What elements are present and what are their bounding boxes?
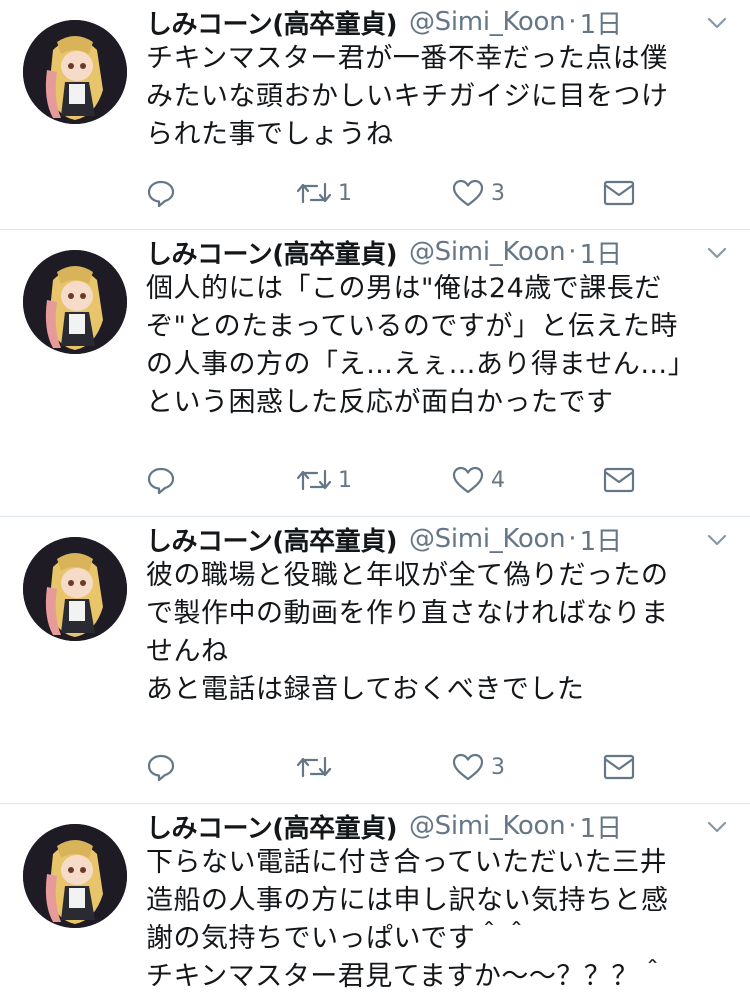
tweet-text-line: 彼の職場と役職と年収が全て偽りだったの <box>146 560 669 591</box>
tweet-text-line: あと電話は録音しておくべきでした <box>146 674 585 705</box>
retweet-count: 1 <box>338 180 352 206</box>
tweet[interactable]: しみコーン(高卒童貞) @Simi_Koon · 1日 チキンマスター君が一番不… <box>0 0 750 230</box>
tweet-text-line: 謝の気持ちでいっぱいです＾＾ <box>146 923 531 954</box>
retweet-icon <box>296 182 332 204</box>
retweet-button[interactable]: 1 <box>296 173 352 213</box>
heart-icon <box>452 753 484 781</box>
user-handle[interactable]: @Simi_Koon <box>409 811 566 841</box>
tweet-header: しみコーン(高卒童貞) @Simi_Koon · 1日 <box>146 806 730 846</box>
avatar-image <box>23 537 127 641</box>
tweet-text-line: みたいな頭おかしいキチガイジに目をつけ <box>146 81 669 112</box>
tweet-text-line: 造船の人事の方には申し訳ない気持ちと感 <box>146 885 669 916</box>
user-handle[interactable]: @Simi_Koon <box>409 237 566 267</box>
envelope-icon <box>603 180 635 206</box>
tweet[interactable]: しみコーン(高卒童貞) @Simi_Koon · 1日 彼の職場と役職と年収が全… <box>0 517 750 804</box>
heart-icon <box>452 179 484 207</box>
reply-icon <box>147 754 175 782</box>
like-count: 3 <box>491 754 505 780</box>
display-name[interactable]: しみコーン(高卒童貞) <box>146 234 397 271</box>
tweet-actions: 3 <box>146 747 730 787</box>
tweet-header: しみコーン(高卒童貞) @Simi_Koon · 1日 <box>146 232 730 272</box>
timestamp[interactable]: 1日 <box>580 521 623 558</box>
chevron-down-icon[interactable] <box>706 12 728 34</box>
timeline: しみコーン(高卒童貞) @Simi_Koon · 1日 チキンマスター君が一番不… <box>0 0 750 1008</box>
separator-dot: · <box>568 7 577 37</box>
tweet-text-line: という困惑した反応が面白かったです <box>146 387 614 418</box>
retweet-button[interactable]: 1 <box>296 460 352 500</box>
direct-message-button[interactable] <box>603 747 635 787</box>
reply-icon <box>147 180 175 208</box>
display-name[interactable]: しみコーン(高卒童貞) <box>146 808 397 845</box>
tweet[interactable]: しみコーン(高卒童貞) @Simi_Koon · 1日 個人的には「この男は"俺… <box>0 230 750 517</box>
reply-button[interactable] <box>146 173 176 213</box>
direct-message-button[interactable] <box>603 173 635 213</box>
envelope-icon <box>603 754 635 780</box>
tweet-header: しみコーン(高卒童貞) @Simi_Koon · 1日 <box>146 2 730 42</box>
direct-message-button[interactable] <box>603 460 635 500</box>
avatar[interactable] <box>23 20 127 124</box>
avatar-image <box>23 250 127 354</box>
retweet-icon <box>296 469 332 491</box>
like-button[interactable]: 3 <box>451 173 505 213</box>
avatar[interactable] <box>23 250 127 354</box>
user-handle[interactable]: @Simi_Koon <box>409 7 566 37</box>
tweet-text-line: で製作中の動画を作り直さなければなりま <box>146 598 669 629</box>
tweet-text: 個人的には「この男は"俺は24歳で課長だ ぞ"とのたまっているのですが」と伝えた… <box>146 270 736 422</box>
tweet-header: しみコーン(高卒童貞) @Simi_Koon · 1日 <box>146 519 730 559</box>
display-name[interactable]: しみコーン(高卒童貞) <box>146 4 397 41</box>
tweet-actions: 1 3 <box>146 173 730 213</box>
tweet-text: 下らない電話に付き合っていただいた三井 造船の人事の方には申し訳ない気持ちと感 … <box>146 844 736 996</box>
timestamp[interactable]: 1日 <box>580 4 623 41</box>
retweet-icon <box>296 756 332 778</box>
retweet-count: 1 <box>338 467 352 493</box>
like-count: 3 <box>491 180 505 206</box>
timestamp[interactable]: 1日 <box>580 234 623 271</box>
retweet-button[interactable] <box>296 747 338 787</box>
separator-dot: · <box>568 524 577 554</box>
tweet-text-line: の人事の方の「え…えぇ…あり得ません…」 <box>146 349 696 380</box>
reply-button[interactable] <box>146 460 176 500</box>
avatar[interactable] <box>23 537 127 641</box>
user-handle[interactable]: @Simi_Koon <box>409 524 566 554</box>
tweet-text-line: チキンマスター君が一番不幸だった点は僕 <box>146 43 668 74</box>
chevron-down-icon[interactable] <box>706 816 728 838</box>
display-name[interactable]: しみコーン(高卒童貞) <box>146 521 397 558</box>
separator-dot: · <box>568 811 577 841</box>
avatar-image <box>23 824 127 928</box>
tweet-text-line: ぞ"とのたまっているのですが」と伝えた時 <box>146 311 678 342</box>
tweet-actions: 1 4 <box>146 460 730 500</box>
like-count: 4 <box>491 467 505 493</box>
reply-button[interactable] <box>146 747 176 787</box>
like-button[interactable]: 4 <box>451 460 505 500</box>
avatar[interactable] <box>23 824 127 928</box>
tweet-text: チキンマスター君が一番不幸だった点は僕 みたいな頭おかしいキチガイジに目をつけ … <box>146 40 736 154</box>
tweet-text: 彼の職場と役職と年収が全て偽りだったの で製作中の動画を作り直さなければなりま … <box>146 557 736 709</box>
heart-icon <box>452 466 484 494</box>
tweet-text-line: チキンマスター君見てますか〜〜？？？＾ <box>146 961 667 992</box>
like-button[interactable]: 3 <box>451 747 505 787</box>
tweet-text-line: られた事でしょうね <box>146 119 394 150</box>
envelope-icon <box>603 467 635 493</box>
tweet[interactable]: しみコーン(高卒童貞) @Simi_Koon · 1日 下らない電話に付き合って… <box>0 804 750 1008</box>
chevron-down-icon[interactable] <box>706 529 728 551</box>
tweet-text-line: 下らない電話に付き合っていただいた三井 <box>146 847 668 878</box>
chevron-down-icon[interactable] <box>706 242 728 264</box>
reply-icon <box>147 467 175 495</box>
avatar-image <box>23 20 127 124</box>
separator-dot: · <box>568 237 577 267</box>
tweet-text-line: 個人的には「この男は"俺は24歳で課長だ <box>146 273 662 304</box>
timestamp[interactable]: 1日 <box>580 808 623 845</box>
tweet-text-line: せんね <box>146 636 229 667</box>
